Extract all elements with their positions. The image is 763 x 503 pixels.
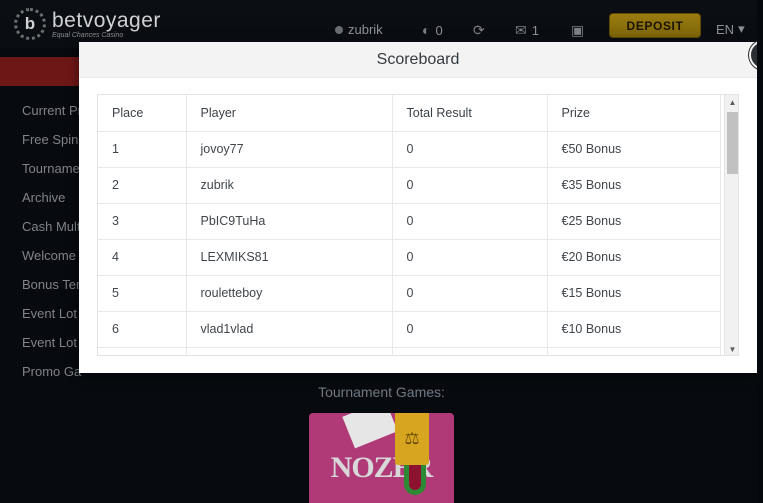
cell-player: LEXMIKS81 bbox=[186, 239, 393, 276]
scoreboard-modal: Scoreboard ✖ Place Player Total Result P… bbox=[79, 40, 763, 373]
column-header-prize: Prize bbox=[547, 95, 721, 132]
header-messages[interactable]: ✉ 1 bbox=[515, 22, 539, 39]
modal-body: Place Player Total Result Prize 1 jovoy7… bbox=[79, 78, 757, 356]
table-row: 6 vlad1vlad 0 €10 Bonus bbox=[98, 311, 721, 348]
header-balance-value: 0 bbox=[435, 22, 443, 38]
scroll-down-arrow-icon[interactable]: ▼ bbox=[725, 342, 739, 355]
logo-tagline: Equal Chances Casino bbox=[52, 31, 124, 39]
cell-player: vlad1vlad bbox=[186, 311, 393, 348]
header-user[interactable]: zubrik bbox=[335, 22, 383, 37]
header-username: zubrik bbox=[348, 22, 383, 37]
cell-player: rouletteboy bbox=[186, 275, 393, 312]
cell-player: jovoy77 bbox=[186, 131, 393, 168]
cell-result: 0 bbox=[392, 311, 548, 348]
column-header-place: Place bbox=[98, 95, 187, 132]
table-row: 5 rouletteboy 0 €15 Bonus bbox=[98, 275, 721, 312]
user-icon bbox=[335, 25, 343, 34]
site-header: b betvoyager Equal Chances Casino zubrik… bbox=[0, 0, 763, 48]
table-header-row: Place Player Total Result Prize bbox=[98, 95, 721, 132]
cell-player bbox=[186, 347, 393, 355]
header-balance[interactable]: ◐ 0 bbox=[422, 22, 443, 38]
header-refresh[interactable]: ⟳ bbox=[473, 22, 485, 39]
language-selector[interactable]: EN ▾ bbox=[716, 21, 745, 37]
table-row bbox=[98, 347, 721, 355]
table-row: 2 zubrik 0 €35 Bonus bbox=[98, 167, 721, 204]
cell-place: 6 bbox=[98, 311, 187, 348]
cell-prize: €50 Bonus bbox=[547, 131, 721, 168]
cell-place: 1 bbox=[98, 131, 187, 168]
cell-prize bbox=[547, 347, 721, 355]
cell-result bbox=[392, 347, 548, 355]
thumb-title-bottom: ROULETTE bbox=[309, 499, 454, 503]
deposit-button[interactable]: DEPOSIT bbox=[609, 13, 701, 38]
cell-result: 0 bbox=[392, 131, 548, 168]
thumb-white-shape bbox=[342, 413, 398, 449]
cell-prize: €10 Bonus bbox=[547, 311, 721, 348]
scrollbar-thumb[interactable] bbox=[727, 112, 738, 174]
right-edge-strip bbox=[757, 0, 763, 503]
game-thumbnail-nozero-roulette[interactable]: NOZER ⚖ ROULETTE bbox=[309, 413, 454, 503]
cell-player: zubrik bbox=[186, 167, 393, 204]
scroll-up-arrow-icon[interactable]: ▲ bbox=[725, 95, 739, 110]
chevron-down-icon: ▾ bbox=[738, 21, 745, 36]
cell-prize: €20 Bonus bbox=[547, 239, 721, 276]
scales-icon: ⚖ bbox=[395, 413, 429, 465]
modal-title: Scoreboard bbox=[376, 50, 460, 68]
language-label: EN bbox=[716, 21, 735, 37]
table-scrollbar[interactable]: ▲ ▼ bbox=[724, 95, 739, 355]
cell-player: PbIC9TuHa bbox=[186, 203, 393, 240]
cell-result: 0 bbox=[392, 167, 548, 204]
cell-result: 0 bbox=[392, 275, 548, 312]
refresh-icon: ⟳ bbox=[473, 22, 485, 38]
logo-text: betvoyager bbox=[52, 8, 161, 32]
scoreboard-table-wrapper: Place Player Total Result Prize 1 jovoy7… bbox=[97, 94, 739, 356]
header-messages-count: 1 bbox=[531, 23, 539, 38]
cell-place: 4 bbox=[98, 239, 187, 276]
chip-icon: ◐ bbox=[422, 22, 431, 38]
thumb-title-top: NOZER bbox=[330, 451, 434, 484]
note-icon: ▣ bbox=[571, 22, 585, 38]
cell-place bbox=[98, 347, 187, 355]
envelope-icon: ✉ bbox=[515, 22, 527, 38]
cell-place: 5 bbox=[98, 275, 187, 312]
cell-prize: €15 Bonus bbox=[547, 275, 721, 312]
logo-mark-icon: b bbox=[14, 8, 46, 40]
column-header-total-result: Total Result bbox=[392, 95, 548, 132]
cell-result: 0 bbox=[392, 239, 548, 276]
tournament-games-label: Tournament Games: bbox=[318, 384, 445, 400]
cell-prize: €35 Bonus bbox=[547, 167, 721, 204]
cell-place: 3 bbox=[98, 203, 187, 240]
scoreboard-table: Place Player Total Result Prize 1 jovoy7… bbox=[98, 95, 721, 355]
column-header-player: Player bbox=[186, 95, 393, 132]
cell-place: 2 bbox=[98, 167, 187, 204]
site-logo[interactable]: b betvoyager Equal Chances Casino bbox=[14, 8, 161, 40]
tournament-games-section: Tournament Games: NOZER ⚖ ROULETTE bbox=[0, 384, 763, 503]
header-notes[interactable]: ▣ bbox=[571, 22, 584, 39]
table-row: 1 jovoy77 0 €50 Bonus bbox=[98, 131, 721, 168]
cell-prize: €25 Bonus bbox=[547, 203, 721, 240]
modal-header: Scoreboard ✖ bbox=[79, 40, 763, 78]
table-row: 3 PbIC9TuHa 0 €25 Bonus bbox=[98, 203, 721, 240]
table-row: 4 LEXMIKS81 0 €20 Bonus bbox=[98, 239, 721, 276]
cell-result: 0 bbox=[392, 203, 548, 240]
